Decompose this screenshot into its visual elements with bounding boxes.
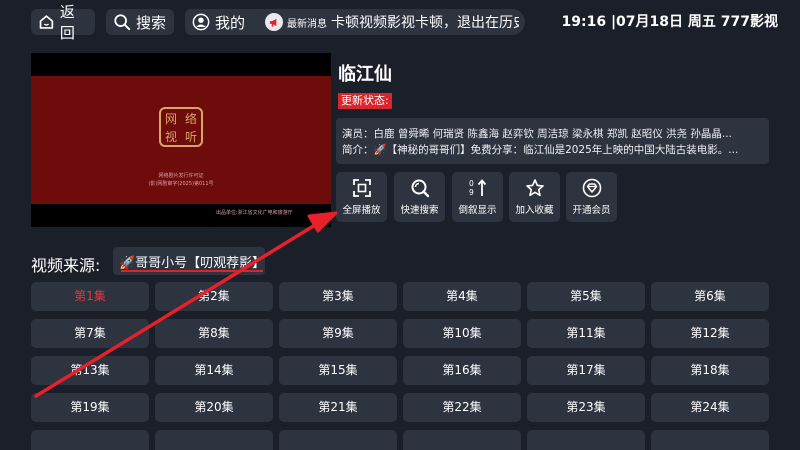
search-icon xyxy=(114,14,131,31)
episode-button-partial[interactable] xyxy=(651,430,769,450)
search-icon xyxy=(411,179,429,198)
episode-button[interactable]: 第1集 xyxy=(31,282,149,311)
episode-button[interactable]: 第19集 xyxy=(31,393,149,422)
favorite-label: 加入收藏 xyxy=(515,205,554,216)
reverse-order-button[interactable]: 0 9 倒叙显示 xyxy=(452,172,503,222)
episode-button[interactable]: 第15集 xyxy=(279,356,397,385)
svg-text:9: 9 xyxy=(469,188,474,197)
episode-button[interactable]: 第4集 xyxy=(403,282,521,311)
video-frame: 网 络 视 听 网络剧片发行许可证 (影)网剧审字(2025)第011号 出品单… xyxy=(31,76,331,216)
info-box: 演员：白鹿 曾舜晞 何瑞贤 陈鑫海 赵弈钦 周洁琼 梁永棋 郑凯 赵昭仪 洪尧 … xyxy=(336,118,769,164)
vip-diamond-icon xyxy=(582,178,601,198)
star-icon xyxy=(525,179,544,197)
intro-line: 简介：🚀【神秘的哥哥们】免费分享：临江仙是2025年上映的中国大陆古装电影。..… xyxy=(342,144,739,156)
sort-icon: 0 9 xyxy=(469,179,486,197)
episode-button[interactable]: 第16集 xyxy=(403,356,521,385)
producer-caption: 出品单位:浙江省文化广电和旅游厅 xyxy=(216,210,293,216)
svg-text:0: 0 xyxy=(469,179,474,188)
episode-button[interactable]: 第3集 xyxy=(279,282,397,311)
license-caption: 网络剧片发行许可证 xyxy=(158,173,204,179)
episode-button[interactable]: 第20集 xyxy=(155,393,273,422)
episode-button[interactable]: 第2集 xyxy=(155,282,273,311)
episode-button[interactable]: 第17集 xyxy=(527,356,645,385)
episode-button[interactable]: 第18集 xyxy=(651,356,769,385)
megaphone-icon xyxy=(265,13,283,31)
episode-button[interactable]: 第7集 xyxy=(31,319,149,348)
fullscreen-icon xyxy=(352,179,371,197)
quick-search-button[interactable]: 快速搜索 xyxy=(394,172,445,222)
news-ticker[interactable]: 最新消息 卡顿视频影视卡顿，退出在历史 xyxy=(259,9,525,35)
episode-button[interactable]: 第21集 xyxy=(279,393,397,422)
episode-button[interactable]: 第23集 xyxy=(527,393,645,422)
search-label: 搜索 xyxy=(136,13,167,32)
back-label: 返回 xyxy=(59,3,75,42)
back-button[interactable]: 返回 xyxy=(31,3,95,42)
status-badge: 更新状态: xyxy=(338,93,392,109)
search-button[interactable]: 搜索 xyxy=(106,9,174,35)
cast-line: 演员：白鹿 曾舜晞 何瑞贤 陈鑫海 赵弈钦 周洁琼 梁永棋 郑凯 赵昭仪 洪尧 … xyxy=(342,128,732,140)
episode-button-partial[interactable] xyxy=(527,430,645,450)
episode-button[interactable]: 第14集 xyxy=(155,356,273,385)
video-title: 临江仙 xyxy=(338,64,392,85)
broadcast-seal-logo: 网 络 视 听 xyxy=(159,107,203,147)
episode-button-partial[interactable] xyxy=(279,430,397,450)
episode-button[interactable]: 第11集 xyxy=(527,319,645,348)
episode-button[interactable]: 第9集 xyxy=(279,319,397,348)
fullscreen-button[interactable]: 全屏播放 xyxy=(336,172,387,222)
episode-button[interactable]: 第5集 xyxy=(527,282,645,311)
fullscreen-label: 全屏播放 xyxy=(342,205,381,216)
episode-button[interactable]: 第22集 xyxy=(403,393,521,422)
episode-button-partial[interactable] xyxy=(31,430,149,450)
vip-label: 开通会员 xyxy=(572,205,611,216)
video-player[interactable]: 网 络 视 听 网络剧片发行许可证 (影)网剧审字(2025)第011号 出品单… xyxy=(31,53,331,227)
quick-search-label: 快速搜索 xyxy=(400,205,439,216)
episode-button[interactable]: 第12集 xyxy=(651,319,769,348)
episode-button[interactable]: 第6集 xyxy=(651,282,769,311)
news-label: 最新消息 xyxy=(287,18,327,30)
source-name: 🚀哥哥小号【叨观荐影】 xyxy=(119,255,266,271)
reverse-order-label: 倒叙显示 xyxy=(458,205,497,216)
news-text: 卡顿视频影视卡顿，退出在历史 xyxy=(331,15,519,31)
clock-and-brand: 19:16 |07月18日 周五 777影视 xyxy=(561,14,779,30)
episode-button[interactable]: 第8集 xyxy=(155,319,273,348)
favorite-button[interactable]: 加入收藏 xyxy=(509,172,560,222)
episode-button-partial[interactable] xyxy=(155,430,273,450)
episode-button[interactable]: 第24集 xyxy=(651,393,769,422)
user-icon xyxy=(192,13,210,31)
home-icon xyxy=(39,15,54,29)
source-underline xyxy=(121,270,263,272)
source-label: 视频来源: xyxy=(31,256,101,275)
mine-label: 我的 xyxy=(215,13,246,32)
episode-button[interactable]: 第13集 xyxy=(31,356,149,385)
episode-button-partial[interactable] xyxy=(403,430,521,450)
episode-button[interactable]: 第10集 xyxy=(403,319,521,348)
vip-button[interactable]: 开通会员 xyxy=(566,172,617,222)
license-number: (影)网剧审字(2025)第011号 xyxy=(148,181,214,187)
top-bar: 返回 搜索 我的 最新消息 卡顿视频影视卡顿，退出在历史 19:16 |07月1… xyxy=(31,3,779,42)
